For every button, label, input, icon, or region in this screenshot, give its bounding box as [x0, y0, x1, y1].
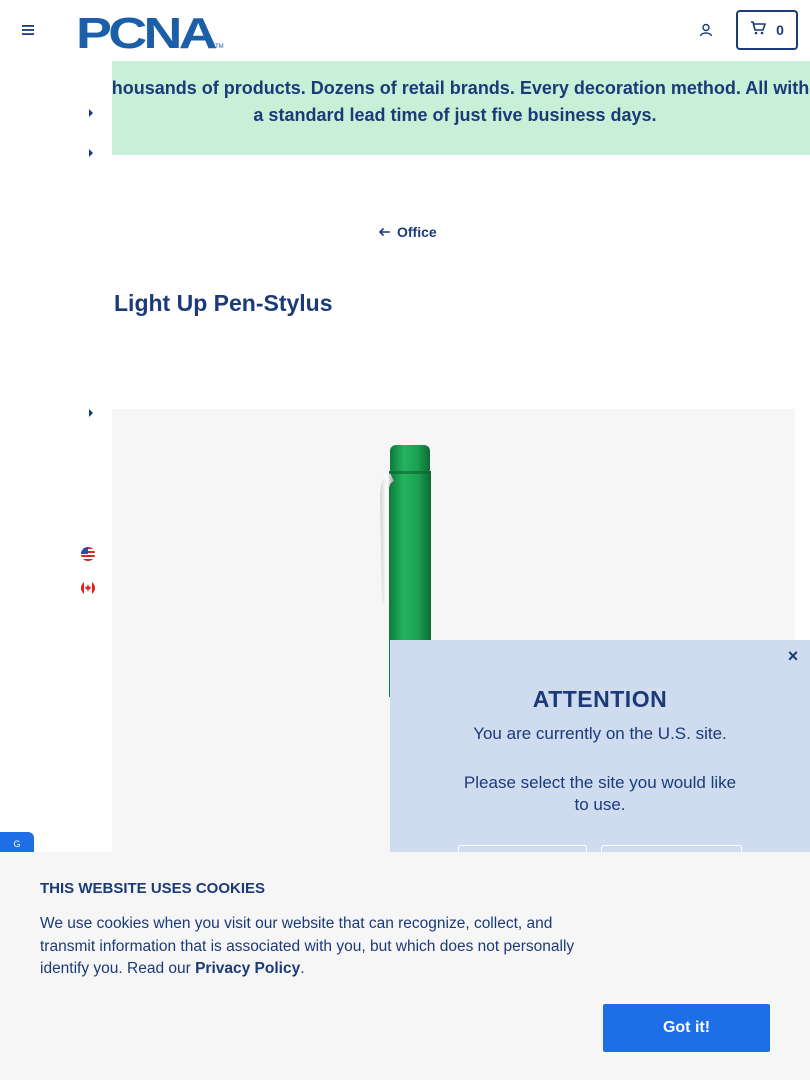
svg-text:PCNA: PCNA	[76, 11, 217, 51]
close-icon[interactable]: ×	[785, 647, 801, 665]
hamburger-menu-icon[interactable]	[18, 20, 38, 40]
arrow-left-icon	[378, 224, 392, 240]
cookie-banner: THIS WEBSITE USES COOKIES We use cookies…	[0, 852, 810, 1080]
us-flag-icon[interactable]	[80, 547, 98, 561]
canada-flag-icon[interactable]	[80, 581, 98, 595]
site-selection-modal: × ATTENTION You are currently on the U.S…	[390, 640, 810, 865]
product-title: Light Up Pen-Stylus	[114, 290, 333, 316]
cookie-title: THIS WEBSITE USES COOKIES	[40, 880, 266, 897]
account-icon[interactable]	[696, 20, 716, 40]
select-site-text: Please select the site you would like to…	[463, 773, 737, 814]
svg-text:TM: TM	[215, 44, 224, 50]
accept-cookies-button[interactable]: Got it!	[603, 1004, 770, 1052]
caret-right-icon[interactable]	[87, 106, 95, 118]
cookie-text: We use cookies when you visit our websit…	[40, 913, 610, 981]
cart-icon	[750, 20, 766, 40]
site-header: PCNA TM 0	[0, 0, 810, 61]
current-site-text: You are currently on the U.S. site.	[473, 724, 727, 743]
back-link-label: Office	[397, 224, 437, 240]
promo-banner: Thousands of products. Dozens of retail …	[112, 61, 810, 155]
cookie-text-end: .	[300, 960, 305, 977]
privacy-policy-link[interactable]: Privacy Policy	[195, 960, 300, 977]
caret-right-icon[interactable]	[87, 146, 95, 158]
cart-button[interactable]: 0	[736, 10, 798, 50]
cookie-text-body: We use cookies when you visit our websit…	[40, 915, 575, 977]
promo-banner-text: Thousands of products. Dozens of retail …	[112, 78, 810, 125]
back-to-category-link[interactable]: Office	[378, 222, 437, 242]
pcna-logo[interactable]: PCNA TM	[76, 9, 224, 58]
cart-count: 0	[776, 22, 784, 38]
modal-title: ATTENTION	[532, 686, 668, 712]
caret-right-icon[interactable]	[87, 406, 95, 418]
